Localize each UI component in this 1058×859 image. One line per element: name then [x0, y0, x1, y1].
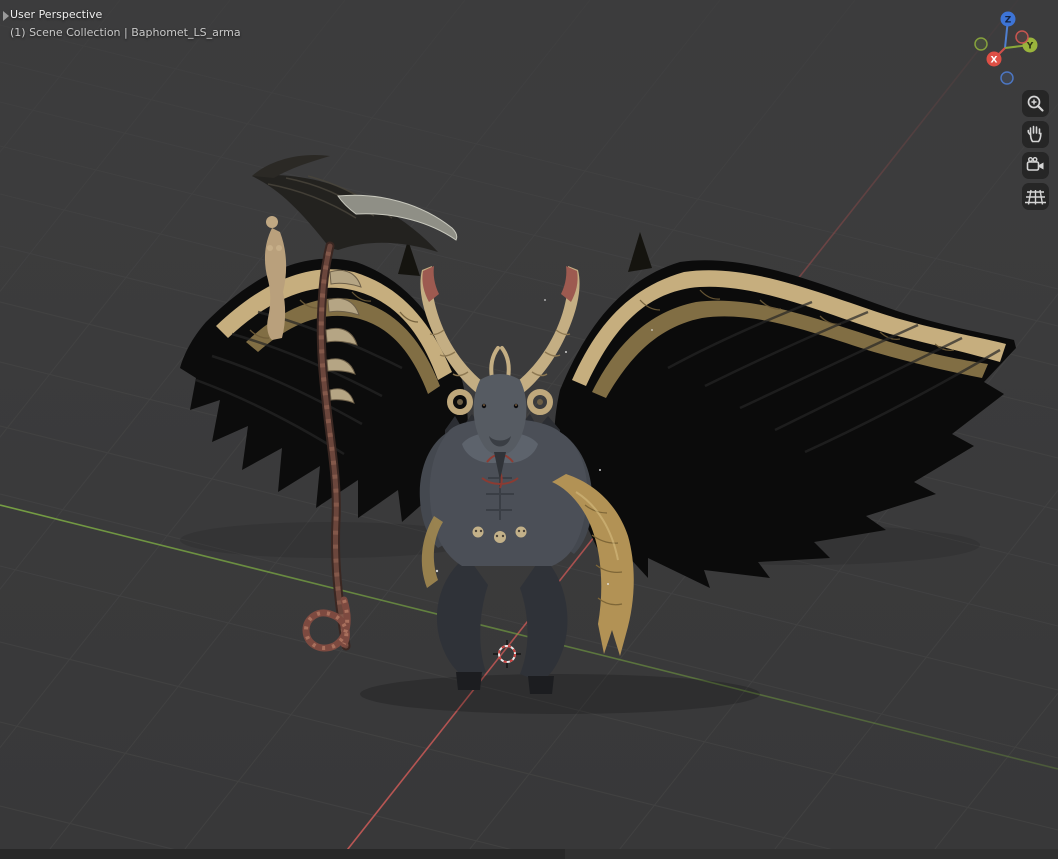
gizmo-z-label: Z — [1005, 16, 1012, 26]
fog-overlay — [0, 0, 1058, 320]
viewport-tool-column — [1022, 90, 1049, 210]
3d-viewport[interactable]: User Perspective (1) Scene Collection | … — [0, 0, 1058, 859]
camera-icon — [1026, 156, 1044, 171]
gizmo-y-label: Y — [1026, 42, 1034, 52]
move-view-button[interactable] — [1022, 121, 1049, 148]
camera-view-button[interactable] — [1022, 152, 1049, 179]
right-hoof — [528, 676, 554, 694]
navigation-gizmo[interactable]: Z Y X — [960, 3, 1050, 93]
scene-canvas[interactable] — [0, 0, 1058, 859]
magnifier-plus-icon — [1027, 95, 1044, 112]
zoom-button[interactable] — [1022, 90, 1049, 117]
toggle-grid-ortho-button[interactable] — [1022, 183, 1049, 210]
bottom-editor-edge-left[interactable] — [0, 849, 565, 859]
gizmo-axis-x-negative[interactable] — [1015, 30, 1029, 44]
gizmo-axis-z-positive[interactable]: Z — [1000, 11, 1016, 27]
left-hoof — [456, 672, 482, 690]
editor-corner-icon[interactable] — [1, 9, 11, 23]
3d-cursor[interactable] — [493, 640, 521, 668]
hand-icon — [1027, 125, 1042, 143]
gizmo-axis-z-negative[interactable] — [1000, 71, 1014, 85]
grid-icon — [1025, 189, 1046, 205]
gizmo-axis-y-negative[interactable] — [974, 37, 988, 51]
left-leg — [436, 560, 488, 678]
gizmo-x-label: X — [991, 56, 998, 66]
body — [419, 413, 593, 694]
floor-shadow — [180, 522, 980, 714]
gizmo-axis-x-positive[interactable]: X — [986, 51, 1002, 67]
